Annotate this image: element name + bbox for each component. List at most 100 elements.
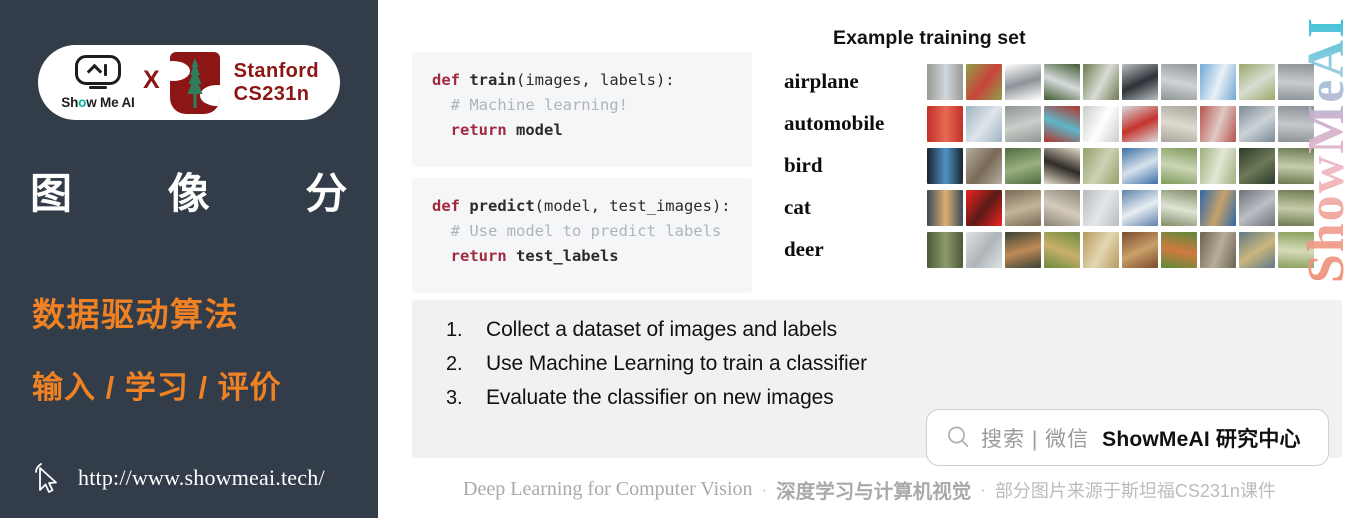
- code-keyword-return: return: [432, 121, 507, 140]
- sidebar-url-text: http://www.showmeai.tech/: [78, 465, 325, 490]
- training-set-title: Example training set: [833, 27, 1026, 49]
- training-set-row: bird: [784, 146, 1314, 185]
- training-set-thumbnail: [1278, 63, 1314, 100]
- training-set-thumbnail: [1278, 231, 1314, 268]
- code-keyword-return: return: [432, 247, 507, 266]
- stanford-wordmark: Stanford CS231n: [234, 60, 319, 105]
- training-set-thumbnail: [1278, 147, 1314, 184]
- page-title: 图 像 分 类: [30, 170, 378, 217]
- training-set-thumbnail: [966, 231, 1002, 268]
- training-set-thumbnail: [1200, 63, 1236, 100]
- code-block-predict: def predict(model, test_images): # Use m…: [412, 178, 752, 293]
- code-keyword-def: def: [432, 71, 460, 89]
- training-set-thumbnail: [1239, 231, 1275, 268]
- step-text: Collect a dataset of images and labels: [486, 318, 838, 341]
- cross-symbol: X: [142, 66, 160, 94]
- footer-separator-1: ·: [761, 479, 768, 499]
- training-set-thumbnail: [966, 63, 1002, 100]
- sidebar-keyword-secondary: 输入 / 学习 / 评价: [32, 370, 282, 405]
- training-set-class-label: deer: [784, 237, 824, 261]
- training-set-thumbnail: [1083, 63, 1119, 100]
- training-set-thumbnail: [927, 189, 963, 226]
- code-comment: # Machine learning!: [432, 96, 628, 115]
- sidebar-keyword-primary: 数据驱动算法: [32, 296, 239, 333]
- brand-logo-pill: Show Me AI X Stanford CS231n: [38, 45, 340, 120]
- step-item: 3. Evaluate the classifier on new images: [446, 386, 1342, 410]
- training-set-row: automobile: [784, 104, 1314, 143]
- training-set-thumbnail: [1005, 231, 1041, 268]
- wechat-search-pill[interactable]: 搜索 | 微信 ShowMeAI 研究中心: [926, 409, 1329, 466]
- robot-bar-shape: [103, 64, 108, 76]
- training-set-thumbnail: [1200, 231, 1236, 268]
- training-set-thumbnail: [1005, 105, 1041, 142]
- training-set-thumbnail: [927, 105, 963, 142]
- cursor-pointer-icon: [35, 463, 57, 493]
- code-return-value: test_labels: [506, 247, 619, 266]
- code-comment: # Use model to predict labels: [432, 222, 722, 241]
- training-set-thumbnail: [1083, 189, 1119, 226]
- training-set-thumbnail: [1278, 189, 1314, 226]
- training-set-thumbnail: [1161, 147, 1197, 184]
- training-set-thumbnail: [1122, 189, 1158, 226]
- training-set-grid: airplane automobile bird cat deer: [784, 62, 1314, 269]
- training-set-thumbnail: [1044, 231, 1080, 268]
- training-set-thumbnail: [966, 147, 1002, 184]
- stanford-line-1: Stanford: [233, 60, 320, 83]
- training-set-thumbnail: [1239, 63, 1275, 100]
- training-set-thumbnail: [927, 231, 963, 268]
- footer-bar: Deep Learning for Computer Vision · 深度学习…: [378, 475, 1361, 504]
- training-set-thumbnail: [1161, 231, 1197, 268]
- training-set-row: airplane: [784, 62, 1314, 101]
- search-pill-placeholder: 搜索 | 微信: [981, 427, 1090, 451]
- code-return-value: model: [506, 121, 563, 140]
- code-function-name: train: [460, 71, 516, 89]
- steps-list: 1. Collect a dataset of images and labels…: [412, 318, 1342, 410]
- sidebar: Show Me AI X Stanford CS231n 图 像 分 类 数据驱…: [0, 0, 378, 518]
- showmeai-wordmark: Show Me AI: [61, 95, 135, 110]
- training-set-thumbnail: [927, 63, 963, 100]
- training-set-thumbnail: [1122, 63, 1158, 100]
- training-set-thumbnail: [927, 147, 963, 184]
- training-set-thumbnail: [1044, 147, 1080, 184]
- stanford-line-2: CS231n: [233, 82, 310, 105]
- training-set-class-label: airplane: [784, 69, 859, 93]
- training-set-thumbnail: [966, 189, 1002, 226]
- training-set-thumbnail: [966, 105, 1002, 142]
- training-set-thumbnail: [1278, 105, 1314, 142]
- training-set-thumbnail: [1239, 189, 1275, 226]
- step-item: 1. Collect a dataset of images and labels: [446, 318, 1342, 342]
- training-set-thumbnail: [1161, 189, 1197, 226]
- training-set-thumbnail: [1083, 105, 1119, 142]
- search-magnifier-icon: [948, 426, 969, 448]
- code-keyword-def: def: [432, 197, 460, 215]
- code-function-name: predict: [460, 197, 535, 215]
- training-set-thumbnail: [1122, 147, 1158, 184]
- search-pill-brand: ShowMeAI 研究中心: [1102, 427, 1301, 451]
- stanford-tree-icon: [169, 51, 220, 114]
- stanford-tree-shape: [187, 57, 203, 108]
- footer-chinese-bold: 深度学习与计算机视觉: [776, 481, 972, 503]
- showmeai-logo: Show Me AI: [59, 55, 137, 110]
- code-signature: (model, test_images):: [534, 197, 731, 215]
- training-set-thumbnail: [1161, 105, 1197, 142]
- main-content: def train(images, labels): # Machine lea…: [378, 0, 1361, 518]
- training-set-class-label: cat: [784, 195, 811, 219]
- sidebar-url-row[interactable]: http://www.showmeai.tech/: [30, 460, 325, 496]
- training-set-thumbnail: [1239, 147, 1275, 184]
- step-number: 3.: [446, 387, 463, 409]
- training-set-thumbnail: [1005, 189, 1041, 226]
- training-set-thumbnail: [1122, 105, 1158, 142]
- training-set-thumbnail: [1122, 231, 1158, 268]
- training-set-thumbnail: [1083, 231, 1119, 268]
- ai-robot-icon: [74, 55, 121, 85]
- footer-english: Deep Learning for Computer Vision: [463, 478, 753, 500]
- code-block-train: def train(images, labels): # Machine lea…: [412, 52, 752, 167]
- step-item: 2. Use Machine Learning to train a classi…: [446, 352, 1342, 376]
- training-set-thumbnail: [1200, 105, 1236, 142]
- training-set-class-label: bird: [784, 153, 823, 177]
- training-set-row: deer: [784, 230, 1314, 269]
- training-set-thumbnail: [1044, 189, 1080, 226]
- training-set-thumbnail: [1200, 147, 1236, 184]
- slide-root: Show Me AI X Stanford CS231n 图 像 分 类 数据驱…: [0, 0, 1361, 518]
- training-set-thumbnail: [1044, 63, 1080, 100]
